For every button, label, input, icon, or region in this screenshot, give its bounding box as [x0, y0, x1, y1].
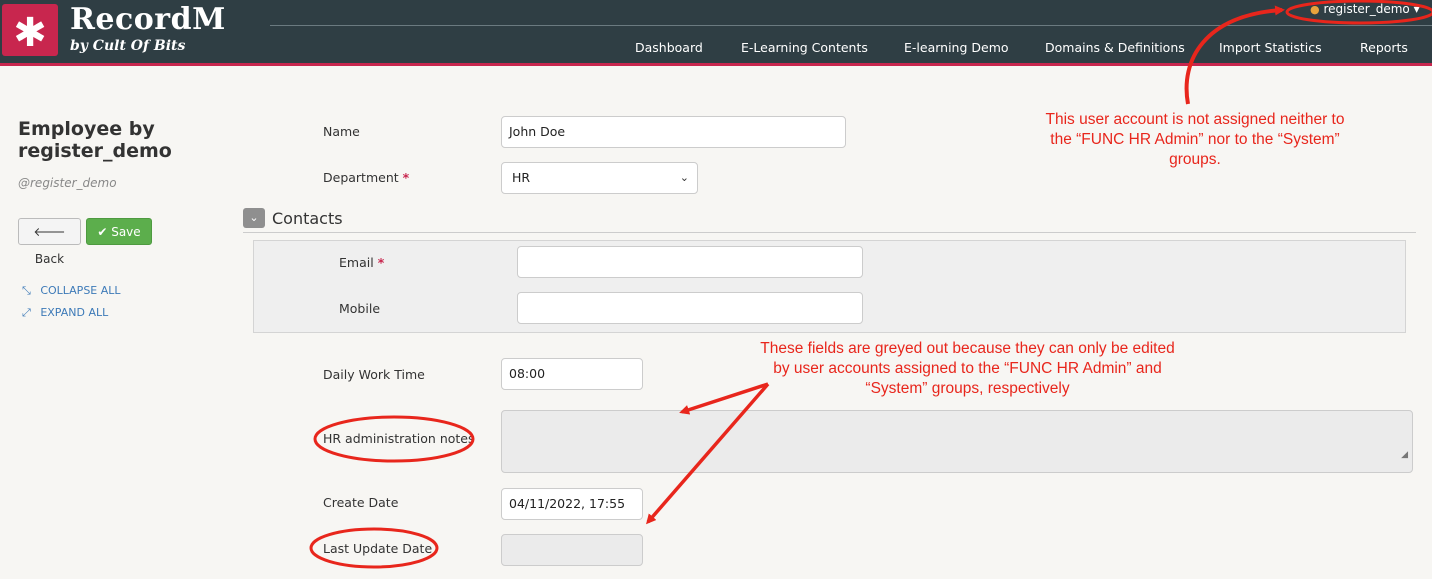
save-button-label: Save	[111, 225, 141, 239]
account-annotation: This user account is not assigned neithe…	[1045, 111, 1345, 168]
nav-import-statistics[interactable]: Import Statistics	[1219, 40, 1322, 55]
create-date-label: Create Date	[323, 495, 399, 510]
back-button[interactable]: 🡐 Back	[18, 218, 81, 266]
required-marker: *	[402, 170, 410, 185]
name-label: Name	[323, 124, 360, 139]
top-navbar: ✱ RecordM by Cult Of Bits ● register_dem…	[0, 0, 1432, 66]
department-select-value: HR	[512, 170, 531, 185]
hr-notes-textarea: ◢	[501, 410, 1413, 473]
page-subtitle: @register_demo	[18, 176, 117, 190]
email-label-text: Email	[339, 255, 374, 270]
chevron-down-icon: ▾	[1413, 2, 1420, 16]
contacts-section-title[interactable]: Contacts	[272, 209, 343, 228]
nav-domains-definitions[interactable]: Domains & Definitions	[1045, 40, 1185, 55]
section-divider	[243, 232, 1416, 233]
collapse-icon: ⤡	[22, 284, 31, 297]
last-update-label: Last Update Date	[323, 541, 433, 556]
page-title: Employee by register_demo	[18, 118, 172, 162]
create-date-input[interactable]: 04/11/2022, 17:55	[501, 488, 643, 520]
email-input[interactable]	[517, 246, 863, 278]
name-input[interactable]: John Doe	[501, 116, 846, 148]
mobile-input[interactable]	[517, 292, 863, 324]
brand-name[interactable]: RecordM	[70, 2, 226, 37]
brand-tagline: by Cult Of Bits	[70, 38, 186, 54]
nav-e-learning-demo[interactable]: E-learning Demo	[904, 40, 1009, 55]
arrow-left-icon: 🡐	[33, 225, 66, 239]
expand-icon: ⤢	[22, 306, 31, 319]
header-divider	[270, 25, 1432, 26]
nav-e-learning-contents[interactable]: E-Learning Contents	[741, 40, 868, 55]
nav-dashboard[interactable]: Dashboard	[635, 40, 703, 55]
logo-icon[interactable]: ✱	[2, 4, 58, 56]
resize-handle-icon: ◢	[1401, 450, 1408, 460]
check-icon: ✔	[97, 225, 108, 239]
chevron-down-icon: ⌄	[679, 171, 689, 184]
last-update-input	[501, 534, 643, 566]
save-button[interactable]: ✔ Save	[86, 218, 152, 245]
email-label: Email *	[339, 255, 384, 270]
hr-notes-label: HR administration notes	[323, 431, 475, 446]
daily-work-time-label: Daily Work Time	[323, 367, 425, 382]
required-marker: *	[377, 255, 385, 270]
nav-reports[interactable]: Reports	[1360, 40, 1408, 55]
user-menu[interactable]: ● register_demo ▾	[1310, 2, 1420, 16]
collapse-all-link[interactable]: ⤡ COLLAPSE ALL	[22, 284, 121, 298]
department-label: Department *	[323, 170, 409, 185]
user-icon: ●	[1310, 3, 1320, 16]
mobile-label: Mobile	[339, 301, 381, 316]
back-button-label: Back	[34, 252, 65, 266]
daily-work-time-input[interactable]: 08:00	[501, 358, 643, 390]
contacts-toggle-icon[interactable]: ⌄	[243, 208, 265, 228]
expand-all-label: EXPAND ALL	[40, 306, 109, 319]
user-name: register_demo	[1323, 2, 1410, 16]
department-select[interactable]: HR ⌄	[501, 162, 698, 194]
collapse-all-label: COLLAPSE ALL	[40, 284, 121, 297]
greyed-fields-annotation: These fields are greyed out because they…	[760, 340, 1175, 397]
expand-all-link[interactable]: ⤢ EXPAND ALL	[22, 306, 108, 320]
department-label-text: Department	[323, 170, 399, 185]
